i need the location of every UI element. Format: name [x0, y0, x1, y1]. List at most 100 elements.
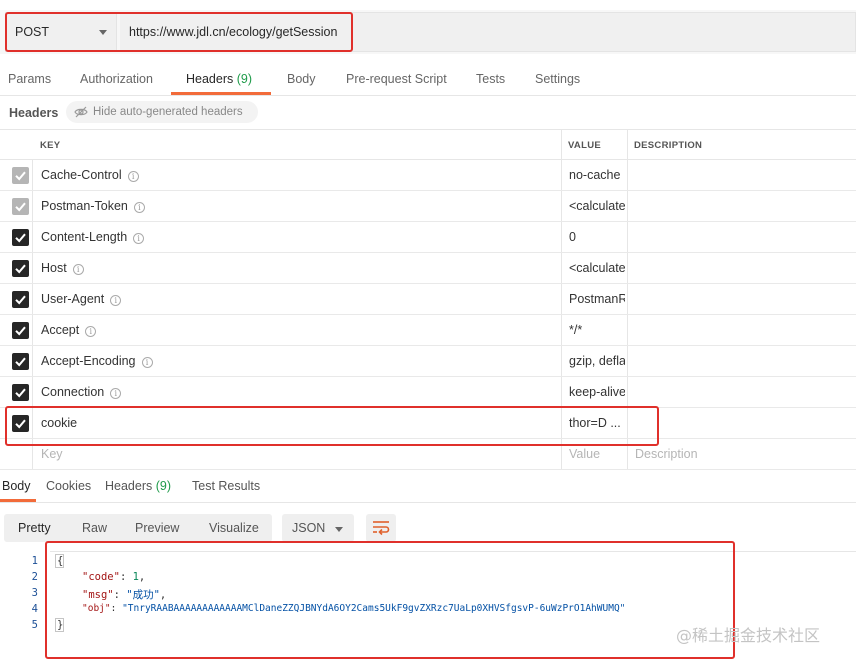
- headers-sub-bar: Headers Hide auto-generated headers: [0, 97, 856, 129]
- header-value[interactable]: gzip, deflate, br: [569, 354, 625, 368]
- table-row: Accept i */*: [0, 315, 856, 346]
- wrap-lines-button[interactable]: [366, 514, 396, 542]
- checkmark-icon: [15, 388, 26, 398]
- response-tab-headers[interactable]: Headers (9): [105, 479, 171, 493]
- tab-body[interactable]: Body: [287, 72, 316, 86]
- header-key[interactable]: Accept-Encoding i: [41, 354, 153, 368]
- response-tab-test-results[interactable]: Test Results: [192, 479, 260, 493]
- hide-auto-generated-button[interactable]: Hide auto-generated headers: [66, 101, 258, 123]
- watermark: @稀土掘金技术社区: [676, 626, 821, 645]
- header-value[interactable]: PostmanRuntime: [569, 292, 625, 306]
- response-tab-body[interactable]: Body: [2, 479, 31, 493]
- language-select[interactable]: JSON: [282, 514, 354, 542]
- header-key[interactable]: Cache-Control i: [41, 168, 139, 182]
- header-key[interactable]: Accept i: [41, 323, 97, 337]
- checkmark-icon: [15, 295, 26, 305]
- table-row: User-Agent i PostmanRuntime: [0, 284, 856, 315]
- header-key[interactable]: Content-Length i: [41, 230, 145, 244]
- info-icon[interactable]: i: [72, 264, 84, 275]
- row-checkbox[interactable]: [12, 353, 29, 370]
- header-key[interactable]: cookie: [41, 416, 77, 430]
- table-row: Content-Length i 0: [0, 222, 856, 253]
- checkmark-icon: [15, 171, 26, 181]
- tab-headers-label: Headers: [186, 72, 234, 86]
- header-key[interactable]: Connection i: [41, 385, 122, 399]
- header-key-text: cookie: [41, 416, 78, 430]
- tab-authorization[interactable]: Authorization: [80, 72, 153, 86]
- header-key-text: Accept: [41, 323, 80, 337]
- table-row: Hosti <calculated when request is sent>: [0, 253, 856, 284]
- row-checkbox[interactable]: [12, 384, 29, 401]
- row-checkbox[interactable]: [12, 198, 29, 215]
- info-icon[interactable]: i: [141, 357, 153, 368]
- code-line-code: "code": 1,: [82, 571, 146, 583]
- chevron-down-icon: [99, 30, 107, 35]
- info-icon[interactable]: i: [133, 202, 145, 213]
- response-tab-headers-count: (9): [155, 479, 172, 493]
- checkmark-icon: [15, 202, 26, 212]
- header-value[interactable]: */*: [569, 323, 625, 337]
- mode-pretty[interactable]: Pretty: [18, 521, 51, 535]
- code-line-obj: "obj": "TnryRAABAAAAAAAAAAAAMClDaneZZQJB…: [82, 603, 626, 614]
- table-header: KEY VALUE DESCRIPTION: [0, 129, 856, 160]
- url-input[interactable]: https://www.jdl.cn/ecology/getSession: [120, 12, 856, 52]
- header-value[interactable]: <calculated when request is sent>: [569, 261, 625, 275]
- headers-section-title: Headers: [9, 106, 59, 120]
- new-description-input[interactable]: Description: [635, 447, 698, 461]
- info-icon[interactable]: i: [127, 171, 139, 182]
- info-icon[interactable]: i: [110, 295, 122, 306]
- response-tab-cookies[interactable]: Cookies: [46, 479, 91, 493]
- method-select[interactable]: POST: [5, 12, 117, 52]
- chevron-down-icon: [335, 527, 343, 532]
- tab-headers[interactable]: Headers (9): [186, 72, 252, 86]
- row-checkbox[interactable]: [12, 260, 29, 277]
- header-key-text: Accept-Encoding: [41, 354, 136, 368]
- table-row: Connection i keep-alive: [0, 377, 856, 408]
- response-tabs: Body Cookies Headers (9) Test Results: [0, 470, 856, 503]
- header-key-text: Postman-Token: [41, 199, 128, 213]
- header-value[interactable]: no-cache: [569, 168, 625, 182]
- mode-raw[interactable]: Raw: [82, 521, 107, 535]
- checkmark-icon: [15, 419, 26, 429]
- new-value-input[interactable]: Value: [569, 447, 600, 461]
- language-label: JSON: [292, 521, 326, 535]
- header-value[interactable]: thor=D ...: [569, 416, 625, 430]
- code-open-brace: {: [57, 555, 64, 567]
- line-number: 5: [31, 619, 38, 631]
- checkmark-icon: [15, 326, 26, 336]
- info-icon[interactable]: i: [133, 233, 145, 244]
- mode-preview[interactable]: Preview: [135, 521, 179, 535]
- header-key[interactable]: User-Agent i: [41, 292, 122, 306]
- row-checkbox[interactable]: [12, 322, 29, 339]
- divider: [50, 551, 856, 552]
- header-value[interactable]: keep-alive: [569, 385, 625, 399]
- header-key-text: Cache-Control: [41, 168, 122, 182]
- line-number: 1: [31, 555, 38, 567]
- new-key-input[interactable]: Key: [41, 447, 63, 461]
- checkmark-icon: [15, 357, 26, 367]
- line-number: 2: [31, 571, 38, 583]
- tab-settings[interactable]: Settings: [535, 72, 580, 86]
- row-checkbox[interactable]: [12, 229, 29, 246]
- header-value[interactable]: 0: [569, 230, 625, 244]
- header-key-text: Content-Length: [41, 230, 128, 244]
- info-icon[interactable]: i: [110, 388, 122, 399]
- wrap-icon: [373, 521, 390, 536]
- column-description: DESCRIPTION: [634, 140, 703, 151]
- mode-visualize[interactable]: Visualize: [209, 521, 259, 535]
- column-key: KEY: [40, 140, 61, 151]
- tab-tests[interactable]: Tests: [476, 72, 505, 86]
- row-checkbox[interactable]: [12, 415, 29, 432]
- header-value[interactable]: <calculated when request is sent>: [569, 199, 625, 213]
- table-row: Cache-Control i no-cache: [0, 160, 856, 191]
- tab-params[interactable]: Params: [8, 72, 51, 86]
- header-key[interactable]: Postman-Token i: [41, 199, 145, 213]
- tab-pre-request-script[interactable]: Pre-request Script: [346, 72, 447, 86]
- checkmark-icon: [15, 264, 26, 274]
- response-tab-headers-label: Headers: [105, 479, 153, 493]
- row-checkbox[interactable]: [12, 167, 29, 184]
- header-key[interactable]: Host i: [41, 261, 84, 275]
- info-icon[interactable]: i: [85, 326, 97, 337]
- row-checkbox[interactable]: [12, 291, 29, 308]
- header-key-text: Host: [41, 261, 67, 275]
